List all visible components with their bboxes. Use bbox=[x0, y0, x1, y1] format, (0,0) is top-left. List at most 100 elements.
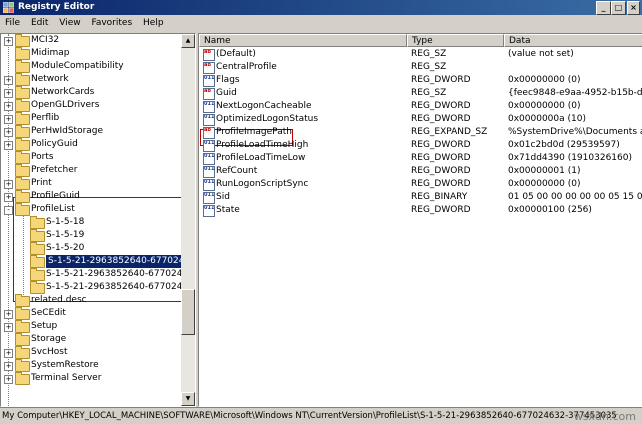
value-row[interactable]: ab (Default) REG_SZ (value not set) bbox=[199, 48, 642, 61]
tree-item[interactable]: + Print bbox=[1, 177, 179, 190]
expand-icon[interactable]: + bbox=[4, 102, 13, 111]
tree-item[interactable]: + SvcHost bbox=[1, 346, 179, 359]
value-row[interactable]: 0110Flags REG_DWORD 0x00000000 (0) bbox=[199, 74, 642, 87]
value-type: REG_BINARY bbox=[411, 192, 468, 202]
tree-item[interactable]: + MCI32 bbox=[1, 34, 179, 47]
scroll-thumb[interactable] bbox=[181, 289, 195, 335]
value-type: REG_DWORD bbox=[411, 205, 471, 215]
menu-favorites[interactable]: Favorites bbox=[88, 15, 135, 32]
value-row[interactable]: ab ProfileImagePath REG_EXPAND_SZ %SystemDr… bbox=[199, 126, 642, 139]
binary-value-icon: 0110 bbox=[203, 75, 215, 87]
close-button[interactable]: × bbox=[627, 1, 640, 15]
binary-value-icon: 0110 bbox=[203, 153, 215, 165]
menu-help[interactable]: Help bbox=[140, 15, 167, 32]
folder-icon bbox=[15, 177, 30, 190]
collapse-icon[interactable]: - bbox=[4, 206, 13, 215]
expand-icon[interactable]: + bbox=[4, 323, 13, 332]
expand-icon[interactable]: + bbox=[4, 115, 13, 124]
value-name: NextLogonCacheable bbox=[216, 101, 312, 111]
value-row[interactable]: ab CentralProfile REG_SZ bbox=[199, 61, 642, 74]
value-row[interactable]: 0110OptimizedLogonStatus REG_DWORD 0x00000… bbox=[199, 113, 642, 126]
binary-value-icon: 0110 bbox=[203, 101, 215, 113]
folder-icon bbox=[15, 346, 30, 359]
tree-item[interactable]: Midimap bbox=[1, 47, 179, 60]
value-type: REG_DWORD bbox=[411, 75, 471, 85]
tree-item-label: S-1-5-20 bbox=[46, 243, 85, 253]
value-name: RefCount bbox=[216, 166, 258, 176]
value-row[interactable]: 0110State REG_DWORD 0x00000100 (256) bbox=[199, 204, 642, 217]
expand-icon[interactable]: + bbox=[4, 375, 13, 384]
tree-item[interactable]: + ProfileGuid bbox=[1, 190, 179, 203]
scroll-up-arrow-icon[interactable]: ▲ bbox=[181, 34, 195, 48]
tree-item[interactable]: S-1-5-20 bbox=[1, 242, 179, 255]
folder-icon bbox=[15, 112, 30, 125]
tree-item[interactable]: S-1-5-21-2963852640-677024632- bbox=[1, 268, 195, 281]
tree-item[interactable]: ModuleCompatibility bbox=[1, 60, 179, 73]
value-type: REG_EXPAND_SZ bbox=[411, 127, 488, 137]
menu-view[interactable]: View bbox=[56, 15, 83, 32]
value-row[interactable]: 0110ProfileLoadTimeHigh REG_DWORD 0x01c2bd… bbox=[199, 139, 642, 152]
tree-item-label: Perflib bbox=[31, 113, 60, 123]
expand-icon[interactable]: + bbox=[4, 128, 13, 137]
value-name: OptimizedLogonStatus bbox=[216, 114, 319, 124]
value-row[interactable]: 0110ProfileLoadTimeLow REG_DWORD 0x71dd439… bbox=[199, 152, 642, 165]
expand-icon[interactable]: + bbox=[4, 362, 13, 371]
expand-icon[interactable]: + bbox=[4, 349, 13, 358]
tree-item[interactable]: + NetworkCards bbox=[1, 86, 179, 99]
tree-item[interactable]: + Terminal Server bbox=[1, 372, 179, 385]
tree-item[interactable]: related.desc bbox=[1, 294, 179, 307]
expand-icon[interactable]: + bbox=[4, 37, 13, 46]
tree-item[interactable]: + Perflib bbox=[1, 112, 179, 125]
scroll-down-arrow-icon[interactable]: ▼ bbox=[181, 392, 195, 406]
tree-item[interactable]: + OpenGLDrivers bbox=[1, 99, 179, 112]
tree-item[interactable]: S-1-5-21-2963852640-677024632- bbox=[1, 281, 195, 294]
expand-icon[interactable]: + bbox=[4, 180, 13, 189]
tree-item[interactable]: + PolicyGuid bbox=[1, 138, 179, 151]
tree-item[interactable]: + Network bbox=[1, 73, 179, 86]
tree-item-label: S-1-5-21-2963852640-677024632- bbox=[46, 282, 196, 292]
value-row[interactable]: 0110Sid REG_BINARY 01 05 00 00 00 00 00 05… bbox=[199, 191, 642, 204]
tree-item[interactable]: - ProfileList bbox=[1, 203, 179, 216]
expand-icon[interactable]: + bbox=[4, 76, 13, 85]
menu-file[interactable]: File bbox=[2, 15, 23, 32]
tree-item[interactable]: Prefetcher bbox=[1, 164, 179, 177]
expand-icon[interactable]: + bbox=[4, 193, 13, 202]
tree-item[interactable]: + PerHwIdStorage bbox=[1, 125, 179, 138]
status-path: My Computer\HKEY_LOCAL_MACHINE\SOFTWARE\… bbox=[2, 411, 617, 421]
value-row[interactable]: 0110NextLogonCacheable REG_DWORD 0x0000000… bbox=[199, 100, 642, 113]
value-row[interactable]: abGuid REG_SZ {feec9848-e9aa-4952-b15b-dc3… bbox=[199, 87, 642, 100]
tree-vertical-scrollbar[interactable]: ▲ ▼ bbox=[181, 34, 195, 406]
tree-item[interactable]: Storage bbox=[1, 333, 179, 346]
tree-item-label: S-1-5-19 bbox=[46, 230, 85, 240]
expand-icon[interactable]: + bbox=[4, 141, 13, 150]
value-data: {feec9848-e9aa-4952-b15b-dc338 bbox=[508, 88, 642, 98]
value-name: Sid bbox=[216, 192, 230, 202]
value-type: REG_SZ bbox=[411, 88, 447, 98]
maximize-button[interactable]: □ bbox=[611, 1, 626, 15]
tree-item[interactable]: + SeCEdit bbox=[1, 307, 179, 320]
value-data: %SystemDrive%\Documents and S bbox=[508, 127, 642, 137]
values-list-pane[interactable]: Name Type Data ab (Default) REG_SZ (value n… bbox=[198, 33, 642, 407]
binary-value-icon: 0110 bbox=[203, 192, 215, 204]
tree-item[interactable]: Ports bbox=[1, 151, 179, 164]
minimize-button[interactable]: _ bbox=[596, 1, 611, 15]
value-row[interactable]: 0110RefCount REG_DWORD 0x00000001 (1) bbox=[199, 165, 642, 178]
key-tree-pane[interactable]: + MCI32 Midimap ModuleCompatibility + Network… bbox=[0, 33, 196, 407]
menu-edit[interactable]: Edit bbox=[28, 15, 51, 32]
expand-icon[interactable]: + bbox=[4, 89, 13, 98]
tree-item[interactable]: S-1-5-19 bbox=[1, 229, 179, 242]
tree-item[interactable]: S-1-5-18 bbox=[1, 216, 179, 229]
value-row[interactable]: 0110RunLogonScriptSync REG_DWORD 0x0000000… bbox=[199, 178, 642, 191]
value-name: Guid bbox=[216, 88, 237, 98]
value-type: REG_SZ bbox=[411, 62, 447, 72]
expand-icon[interactable]: + bbox=[4, 310, 13, 319]
tree-item-label: SeCEdit bbox=[31, 308, 66, 318]
tree-item[interactable]: + SystemRestore bbox=[1, 359, 179, 372]
column-header-name[interactable]: Name bbox=[199, 34, 407, 47]
value-data: 0x71dd4390 (1910326160) bbox=[508, 153, 632, 163]
column-header-type[interactable]: Type bbox=[407, 34, 504, 47]
tree-item[interactable]: + Setup bbox=[1, 320, 179, 333]
tree-item[interactable]: S-1-5-21-2963852640-677024632- bbox=[1, 255, 195, 268]
column-header-data[interactable]: Data bbox=[504, 34, 642, 47]
folder-icon bbox=[15, 164, 30, 177]
